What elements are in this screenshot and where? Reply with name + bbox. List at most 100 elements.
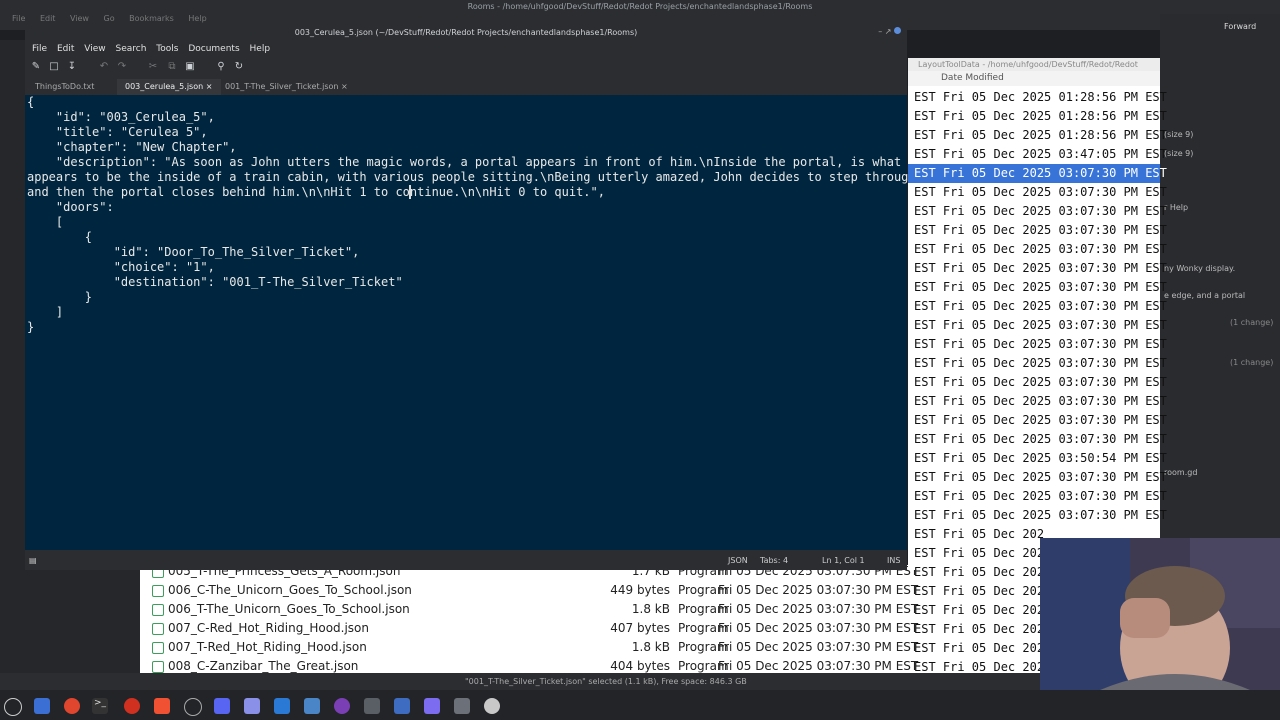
file-icon [152, 623, 164, 635]
tab-thingstodo[interactable]: ThingsToDo.txt [27, 79, 123, 95]
menu-documents[interactable]: Documents [188, 44, 239, 54]
files-icon[interactable] [34, 698, 50, 714]
size-label: (size 9) [1164, 130, 1194, 139]
code-line: ] [27, 305, 64, 319]
cut-icon[interactable]: ✂ [147, 61, 159, 73]
close-icon[interactable] [894, 27, 901, 34]
date-row[interactable]: EST Fri 05 Dec 2025 03:07:30 PM EST [914, 411, 1167, 430]
date-row[interactable]: EST Fri 05 Dec 2025 03:07:30 PM EST [914, 183, 1167, 202]
text-editor-window: 003_Cerulea_5.json (~/DevStuff/Redot/Red… [25, 24, 923, 570]
code-line: "destination": "001_T-The_Silver_Ticket" [27, 275, 403, 289]
copy-icon[interactable]: ⧉ [166, 61, 178, 73]
chromium-icon[interactable] [184, 698, 202, 716]
code-line: "doors": [27, 200, 114, 214]
menu-icon[interactable] [4, 698, 22, 716]
video-icon[interactable] [454, 698, 470, 714]
date-row[interactable]: EST Fri 05 Dec 2025 03:07:30 PM EST [914, 240, 1167, 259]
notes-icon[interactable] [274, 698, 290, 714]
close-icon[interactable]: × [206, 82, 213, 91]
redo-icon[interactable]: ↷ [116, 61, 128, 73]
menu-view[interactable]: View [70, 14, 89, 23]
open-file-icon[interactable]: □ [48, 61, 60, 73]
editor-icon[interactable] [244, 698, 260, 714]
editor-menubar: File Edit View Search Tools Documents He… [25, 41, 907, 57]
tabs-select[interactable]: Tabs: 4 [760, 552, 788, 570]
save-icon[interactable]: ↧ [66, 61, 78, 73]
window-controls[interactable]: – ↗ [878, 27, 901, 36]
paste-icon[interactable]: ▣ [184, 61, 196, 73]
menu-edit[interactable]: Edit [40, 14, 56, 23]
code-line: "chapter": "New Chapter", [27, 140, 237, 154]
date-row[interactable]: EST Fri 05 Dec 2025 03:07:30 PM EST [914, 259, 1167, 278]
search-icon[interactable]: ⚲ [215, 61, 227, 73]
column-header[interactable]: Date Modified [908, 71, 1160, 86]
app-icon[interactable] [124, 698, 140, 714]
text-cursor [409, 185, 411, 199]
menu-help[interactable]: Help [250, 44, 271, 54]
menu-bookmarks[interactable]: Bookmarks [129, 14, 174, 23]
menu-edit[interactable]: Edit [57, 44, 74, 54]
tab-label: 003_Cerulea_5.json [125, 82, 204, 91]
background-editor-panel: Forward (size 9) (size 9) r Help ny Wonk… [1160, 14, 1280, 565]
menu-file[interactable]: File [32, 44, 47, 54]
menu-help[interactable]: Help [188, 14, 206, 23]
menu-file[interactable]: File [12, 14, 25, 23]
mail-icon[interactable] [394, 698, 410, 714]
discord-icon[interactable] [214, 698, 230, 714]
tab-cerulea[interactable]: 003_Cerulea_5.json × [117, 79, 221, 95]
editor-tabs: ThingsToDo.txt 003_Cerulea_5.json × 001_… [25, 79, 907, 95]
code-line: } [27, 320, 35, 334]
camera-icon[interactable] [304, 698, 320, 714]
close-icon[interactable]: × [341, 82, 348, 91]
undo-icon[interactable]: ↶ [98, 61, 110, 73]
terminal-icon[interactable]: >_ [92, 698, 108, 714]
date-row[interactable]: EST Fri 05 Dec 2025 03:07:30 PM EST [914, 506, 1167, 525]
date-row[interactable]: EST Fri 05 Dec 2025 01:28:56 PM EST [914, 126, 1167, 145]
date-row[interactable]: EST Fri 05 Dec 2025 03:07:30 PM EST [914, 202, 1167, 221]
file-manager-title-bar: Rooms - /home/uhfgood/DevStuff/Redot/Red… [0, 0, 1280, 14]
vivaldi-icon[interactable] [424, 698, 440, 714]
date-row[interactable]: EST Fri 05 Dec 2025 03:07:30 PM EST [908, 164, 1167, 183]
circuit-icon[interactable] [364, 698, 380, 714]
replace-icon[interactable]: ↻ [233, 61, 245, 73]
tab-silver-ticket[interactable]: 001_T-The_Silver_Ticket.json × [217, 79, 365, 95]
date-row[interactable]: EST Fri 05 Dec 2025 03:50:54 PM EST [914, 449, 1167, 468]
code-line: "title": "Cerulea 5", [27, 125, 208, 139]
date-row[interactable]: EST Fri 05 Dec 2025 03:07:30 PM EST [914, 430, 1167, 449]
cursor-position: Ln 1, Col 1 [822, 556, 865, 565]
menu-search[interactable]: Search [115, 44, 146, 54]
date-row[interactable]: EST Fri 05 Dec 2025 03:07:30 PM EST [914, 335, 1167, 354]
date-row[interactable]: EST Fri 05 Dec 2025 03:07:30 PM EST [914, 278, 1167, 297]
date-row[interactable]: EST Fri 05 Dec 2025 03:07:30 PM EST [914, 297, 1167, 316]
file-icon [152, 604, 164, 616]
date-row[interactable]: EST Fri 05 Dec 2025 03:47:05 PM EST [914, 145, 1167, 164]
menu-view[interactable]: View [84, 44, 105, 54]
file-size: 1.8 kB [631, 602, 670, 616]
menu-tools[interactable]: Tools [156, 44, 178, 54]
code-editor[interactable]: { "id": "003_Cerulea_5", "title": "Cerul… [25, 95, 923, 550]
github-icon[interactable] [334, 698, 350, 714]
date-row[interactable]: EST Fri 05 Dec 2025 01:28:56 PM EST [914, 88, 1167, 107]
new-file-icon[interactable]: ✎ [30, 61, 42, 73]
date-row[interactable]: EST Fri 05 Dec 2025 03:07:30 PM EST [914, 392, 1167, 411]
date-row[interactable]: EST Fri 05 Dec 2025 03:07:30 PM EST [914, 468, 1167, 487]
file-date: Fri 05 Dec 2025 03:07:30 PM EST [718, 602, 919, 616]
file-label: room.gd [1164, 468, 1198, 477]
code-line: and then the portal closes behind him.\n… [27, 185, 605, 199]
git-icon[interactable] [154, 698, 170, 714]
settings-icon[interactable] [484, 698, 500, 714]
date-row[interactable]: EST Fri 05 Dec 2025 03:07:30 PM EST [914, 373, 1167, 392]
date-row[interactable]: EST Fri 05 Dec 2025 03:07:30 PM EST [914, 221, 1167, 240]
date-row[interactable]: EST Fri 05 Dec 2025 01:28:56 PM EST [914, 107, 1167, 126]
editor-toolbar: ✎ □ ↧ ↶ ↷ ✂ ⧉ ▣ ⚲ ↻ [25, 59, 907, 77]
file-icon [152, 661, 164, 673]
date-row[interactable]: EST Fri 05 Dec 2025 03:07:30 PM EST [914, 354, 1167, 373]
menu-go[interactable]: Go [104, 14, 115, 23]
browser-icon[interactable] [64, 698, 80, 714]
panel-toggle-icon[interactable]: ▤ [29, 552, 37, 570]
language-select[interactable]: JSON [728, 552, 748, 570]
forward-button[interactable]: Forward [1224, 22, 1256, 31]
code-line: } [27, 290, 93, 304]
date-row[interactable]: EST Fri 05 Dec 2025 03:07:30 PM EST [914, 316, 1167, 335]
date-row[interactable]: EST Fri 05 Dec 2025 03:07:30 PM EST [914, 487, 1167, 506]
